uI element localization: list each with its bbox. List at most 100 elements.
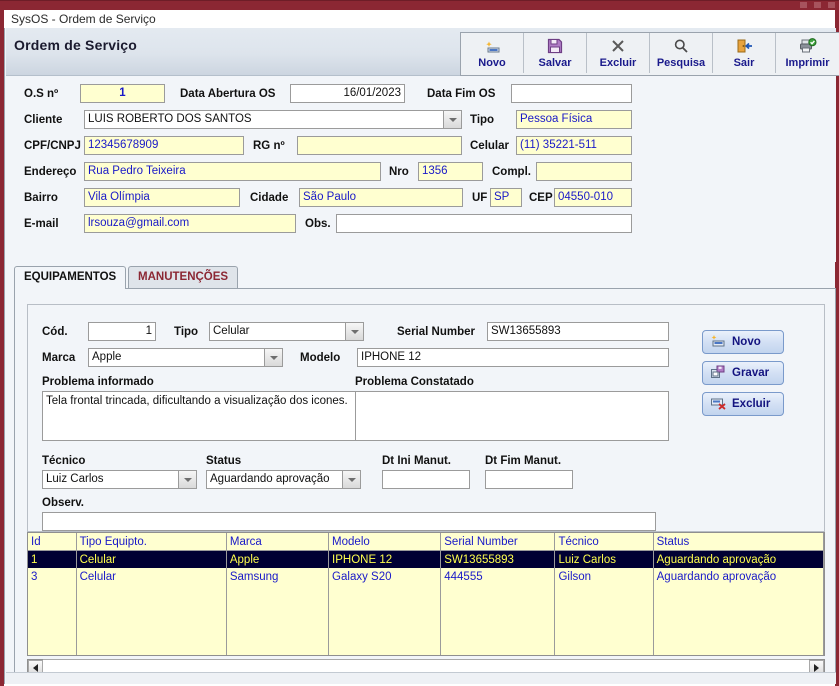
cliente-combobox[interactable]: LUIS ROBERTO DOS SANTOS	[84, 110, 462, 129]
email-field[interactable]: lrsouza@gmail.com	[84, 214, 296, 233]
column-header-marca[interactable]: Marca	[226, 533, 330, 551]
toolbar-salvar-button[interactable]: Salvar	[524, 33, 587, 73]
celular-field[interactable]: (11) 35221-511	[516, 136, 632, 155]
data-fim-field[interactable]	[511, 84, 632, 103]
equipment-gravar-button[interactable]: Gravar	[702, 361, 784, 385]
obs-label: Obs.	[305, 218, 331, 230]
cell-status: Aguardando aprovação	[653, 568, 824, 585]
column-header-tecnico[interactable]: Técnico	[554, 533, 654, 551]
cod-field[interactable]: 1	[88, 322, 156, 341]
new-record-icon	[484, 37, 501, 55]
data-abertura-label: Data Abertura OS	[180, 88, 276, 100]
dt-ini-label: Dt Ini Manut.	[382, 455, 451, 467]
problema-informado-label: Problema informado	[42, 376, 154, 388]
toolbar-sair-label: Sair	[733, 57, 755, 69]
cep-field[interactable]: 04550-010	[554, 188, 632, 207]
tipo-cliente-field[interactable]: Pessoa Física	[516, 110, 632, 129]
datagrid-header-row: Id Tipo Equipto. Marca Modelo Serial Num…	[28, 533, 824, 551]
window-title: SysOS - Ordem de Serviço	[11, 12, 156, 26]
equipment-novo-button[interactable]: Novo	[702, 330, 784, 354]
application-window: SysOS - Ordem de Serviço Ordem de Serviç…	[0, 0, 839, 686]
delete-record-icon	[710, 396, 727, 413]
column-header-id[interactable]: Id	[28, 533, 77, 551]
cidade-label: Cidade	[250, 192, 289, 204]
tipo-equip-combobox[interactable]: Celular	[209, 322, 364, 341]
chevron-down-icon[interactable]	[264, 349, 282, 366]
marca-label: Marca	[42, 352, 76, 364]
page-title: Ordem de Serviço	[14, 37, 138, 53]
cell-tecnico: Gilson	[554, 568, 654, 585]
modelo-field[interactable]: IPHONE 12	[357, 348, 669, 367]
toolbar-excluir-label: Excluir	[599, 57, 637, 69]
os-numero-field[interactable]: 1	[80, 84, 165, 103]
equipment-excluir-button[interactable]: Excluir	[702, 392, 784, 416]
table-row[interactable]: 1 Celular Apple IPHONE 12 SW13655893 Lui…	[28, 550, 824, 568]
status-combobox[interactable]: Aguardando aprovação	[206, 470, 361, 489]
modelo-label: Modelo	[300, 352, 341, 364]
cliente-label: Cliente	[24, 114, 63, 126]
chevron-down-icon[interactable]	[178, 471, 196, 488]
table-row[interactable]: 3 Celular Samsung Galaxy S20 444555 Gils…	[28, 568, 824, 585]
column-header-serial[interactable]: Serial Number	[440, 533, 556, 551]
compl-field[interactable]	[536, 162, 632, 181]
toolbar-imprimir-label: Imprimir	[785, 57, 830, 69]
obs-field[interactable]	[336, 214, 632, 233]
chevron-down-icon[interactable]	[342, 471, 360, 488]
equipment-excluir-label: Excluir	[732, 398, 771, 410]
rg-field[interactable]	[297, 136, 462, 155]
endereco-field[interactable]: Rua Pedro Teixeira	[84, 162, 381, 181]
problema-constatado-label: Problema Constatado	[355, 376, 474, 388]
nro-field[interactable]: 1356	[418, 162, 483, 181]
chevron-down-icon[interactable]	[443, 111, 461, 128]
tipo-equip-value: Celular	[213, 325, 250, 337]
column-header-modelo[interactable]: Modelo	[328, 533, 442, 551]
tab-strip: EQUIPAMENTOS MANUTENÇÕES	[14, 266, 836, 289]
cidade-field[interactable]: São Paulo	[299, 188, 463, 207]
marca-combobox[interactable]: Apple	[88, 348, 283, 367]
nro-label: Nro	[389, 166, 409, 178]
observ-field[interactable]	[42, 512, 656, 531]
rg-label: RG nº	[253, 140, 285, 152]
tab-panel-equipamentos: Cód. 1 Tipo Celular Serial Number SW1365…	[14, 288, 836, 678]
data-fim-label: Data Fim OS	[427, 88, 496, 100]
x-cross-icon	[610, 37, 626, 55]
problema-informado-textarea[interactable]: Tela frontal trincada, dificultando a vi…	[42, 391, 357, 441]
cell-tipo: Celular	[76, 550, 227, 568]
tab-equipamentos[interactable]: EQUIPAMENTOS	[14, 266, 127, 289]
toolbar-pesquisa-button[interactable]: Pesquisa	[650, 33, 713, 73]
uf-field[interactable]: SP	[490, 188, 522, 207]
cell-tecnico: Luiz Carlos	[554, 550, 654, 568]
toolbar-sair-button[interactable]: Sair	[713, 33, 776, 73]
cod-label: Cód.	[42, 326, 68, 338]
tab-manutencoes[interactable]: MANUTENÇÕES	[128, 266, 239, 288]
email-label: E-mail	[24, 218, 59, 230]
window-controls	[800, 2, 835, 8]
endereco-label: Endereço	[24, 166, 77, 178]
celular-label: Celular	[470, 140, 509, 152]
dt-fim-field[interactable]	[485, 470, 573, 489]
tecnico-combobox[interactable]: Luiz Carlos	[42, 470, 197, 489]
equipment-datagrid[interactable]: Id Tipo Equipto. Marca Modelo Serial Num…	[27, 532, 825, 656]
dt-fim-label: Dt Fim Manut.	[485, 455, 562, 467]
data-abertura-field[interactable]: 16/01/2023	[290, 84, 405, 103]
toolbar-excluir-button[interactable]: Excluir	[587, 33, 650, 73]
serial-field[interactable]: SW13655893	[487, 322, 669, 341]
cpf-cnpj-field[interactable]: 12345678909	[84, 136, 244, 155]
toolbar-novo-label: Novo	[478, 57, 506, 69]
tecnico-value: Luiz Carlos	[46, 473, 104, 485]
dt-ini-field[interactable]	[382, 470, 470, 489]
order-form: O.S nº 1 Data Abertura OS 16/01/2023 Dat…	[6, 76, 836, 262]
column-header-tipo[interactable]: Tipo Equipto.	[76, 533, 227, 551]
problema-constatado-textarea[interactable]	[355, 391, 669, 441]
column-header-status[interactable]: Status	[653, 533, 824, 551]
maximize-icon[interactable]	[814, 2, 821, 8]
compl-label: Compl.	[492, 166, 531, 178]
close-icon[interactable]	[828, 2, 835, 8]
floppy-disk-icon	[710, 365, 727, 382]
chevron-down-icon[interactable]	[345, 323, 363, 340]
toolbar-novo-button[interactable]: Novo	[461, 33, 524, 73]
bairro-field[interactable]: Vila Olímpia	[84, 188, 240, 207]
toolbar-imprimir-button[interactable]: Imprimir	[776, 33, 839, 73]
cell-modelo: IPHONE 12	[328, 550, 442, 568]
minimize-icon[interactable]	[800, 2, 807, 8]
